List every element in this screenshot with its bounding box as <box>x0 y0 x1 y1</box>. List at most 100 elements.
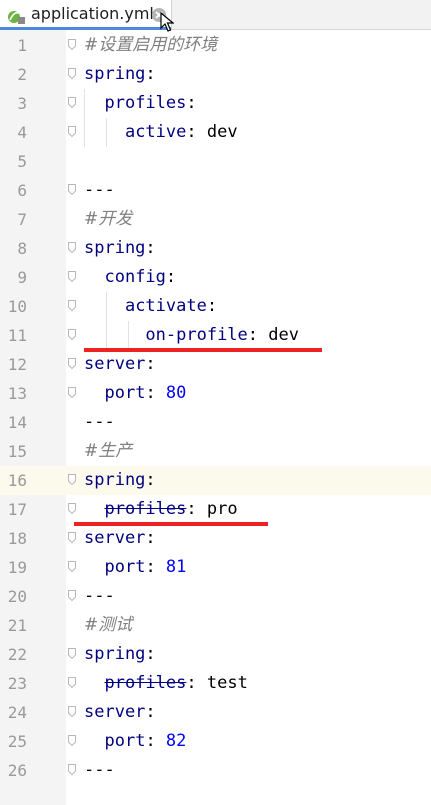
code-text: server: <box>84 698 156 727</box>
code-text: spring: <box>84 466 156 495</box>
code-token: : <box>145 644 156 664</box>
code-token: pro <box>206 499 238 519</box>
fold-marker-icon[interactable] <box>68 590 76 601</box>
code-token: server <box>84 702 146 722</box>
code-line[interactable]: 21 #测试 <box>0 611 431 640</box>
annotation-underline-pro <box>74 522 268 526</box>
code-line[interactable]: 5 <box>0 147 431 176</box>
line-number: 11 <box>7 326 27 345</box>
line-number: 24 <box>7 703 27 722</box>
fold-marker-icon[interactable] <box>68 706 76 717</box>
annotation-underline-dev <box>84 348 322 352</box>
fold-marker-icon[interactable] <box>68 184 76 195</box>
code-token: test <box>206 673 248 693</box>
code-line[interactable]: 19 port: 81 <box>0 553 431 582</box>
fold-marker-icon[interactable] <box>68 300 76 311</box>
code-text: active: dev <box>84 118 238 147</box>
line-number: 5 <box>17 152 27 171</box>
fold-marker-icon[interactable] <box>68 97 76 108</box>
fold-marker-icon[interactable] <box>68 764 76 775</box>
fold-marker-icon[interactable] <box>68 677 76 688</box>
code-text: port: 80 <box>84 379 186 408</box>
fold-marker-icon[interactable] <box>68 532 76 543</box>
tab-application-yml[interactable]: application.yml <box>0 0 172 30</box>
code-text: profiles: <box>84 89 196 118</box>
code-line[interactable]: 9 config: <box>0 263 431 292</box>
line-number: 10 <box>7 297 27 316</box>
code-token: 81 <box>165 557 187 577</box>
line-number: 26 <box>7 761 27 780</box>
code-line[interactable]: 14 --- <box>0 408 431 437</box>
code-text: on-profile: dev <box>84 321 299 350</box>
code-token: : <box>165 267 177 287</box>
code-line[interactable]: 20 --- <box>0 582 431 611</box>
code-token: port <box>104 557 146 577</box>
fold-marker-icon[interactable] <box>68 126 76 137</box>
fold-marker-icon[interactable] <box>68 271 76 282</box>
code-line[interactable]: 26 --- <box>0 756 431 785</box>
code-line[interactable]: 18 server: <box>0 524 431 553</box>
line-number: 7 <box>17 210 27 229</box>
code-line[interactable]: 2 spring: <box>0 60 431 89</box>
spring-leaf-icon <box>8 11 25 24</box>
code-line[interactable]: 16 spring: <box>0 466 431 495</box>
fold-marker-icon[interactable] <box>68 735 76 746</box>
code-line[interactable]: 4 active: dev <box>0 118 431 147</box>
fold-marker-icon[interactable] <box>68 242 76 253</box>
code-text: #开发 <box>84 205 132 234</box>
code-line[interactable]: 10 activate: <box>0 292 431 321</box>
fold-marker-icon[interactable] <box>68 387 76 398</box>
code-text: server: <box>84 350 156 379</box>
fold-marker-icon[interactable] <box>68 39 76 50</box>
line-number: 17 <box>7 500 27 519</box>
code-line[interactable]: 3 profiles: <box>0 89 431 118</box>
code-line[interactable]: 11 on-profile: dev <box>0 321 431 350</box>
code-line[interactable]: 24 server: <box>0 698 431 727</box>
code-text: profiles: test <box>84 669 248 698</box>
code-text: spring: <box>84 60 156 89</box>
code-token: --- <box>84 412 115 432</box>
fold-marker-icon[interactable] <box>68 329 76 340</box>
code-line[interactable]: 15 #生产 <box>0 437 431 466</box>
code-text: --- <box>84 408 115 437</box>
code-line[interactable]: 12 server: <box>0 350 431 379</box>
code-token: : <box>186 673 207 693</box>
code-text: profiles: pro <box>84 495 238 524</box>
fold-marker-icon[interactable] <box>68 648 76 659</box>
code-text: spring: <box>84 234 156 263</box>
editor-tab-bar: application.yml <box>0 0 431 32</box>
code-line[interactable]: 17 profiles: pro <box>0 495 431 524</box>
code-token: profiles <box>104 673 187 693</box>
code-line[interactable]: 8 spring: <box>0 234 431 263</box>
code-token: --- <box>84 760 115 780</box>
fold-marker-icon[interactable] <box>68 561 76 572</box>
code-text: #设置启用的环境 <box>84 31 217 60</box>
code-line[interactable]: 1 #设置启用的环境 <box>0 31 431 60</box>
code-line[interactable]: 25 port: 82 <box>0 727 431 756</box>
line-number: 6 <box>17 181 27 200</box>
code-token: config <box>104 267 166 287</box>
mouse-cursor-icon <box>160 12 174 32</box>
code-token: port <box>104 731 146 751</box>
code-line[interactable]: 22 spring: <box>0 640 431 669</box>
code-editor[interactable]: 1 #设置启用的环境 2 spring: 3 profiles: 4 active: de… <box>0 30 431 805</box>
code-line[interactable]: 13 port: 80 <box>0 379 431 408</box>
code-line[interactable]: 6 --- <box>0 176 431 205</box>
fold-marker-icon[interactable] <box>68 68 76 79</box>
indent-guide <box>106 292 107 350</box>
code-token: : <box>145 702 156 722</box>
code-line[interactable]: 23 profiles: test <box>0 669 431 698</box>
fold-marker-icon[interactable] <box>68 358 76 369</box>
tab-title: application.yml <box>31 4 154 23</box>
fold-marker-icon[interactable] <box>68 474 76 485</box>
code-line[interactable]: 7 #开发 <box>0 205 431 234</box>
code-token: : <box>247 325 269 345</box>
code-text: port: 81 <box>84 553 186 582</box>
fold-marker-icon[interactable] <box>68 503 76 514</box>
code-token: #生产 <box>84 441 133 461</box>
